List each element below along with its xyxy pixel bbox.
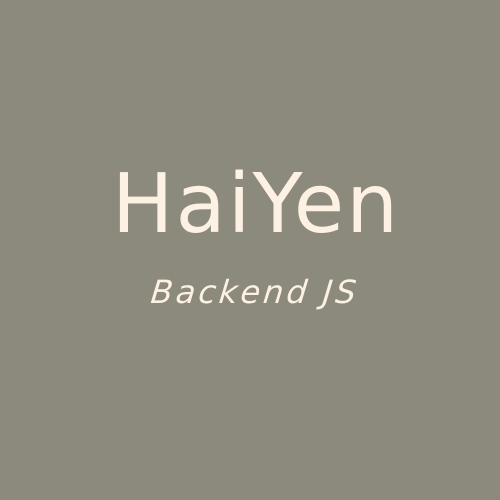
brand-title: HaiYen [111,157,401,252]
brand-subtitle: Backend JS [149,273,361,311]
